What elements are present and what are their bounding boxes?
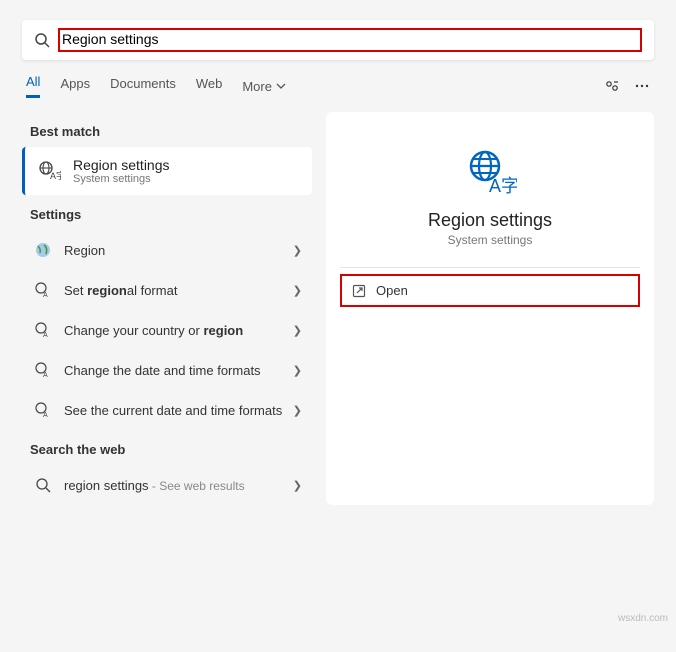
region-icon: A [32,279,54,301]
chevron-right-icon: ❯ [293,284,302,297]
region-icon: A [32,359,54,381]
watermark: wsxdn.com [618,613,668,624]
best-match-item[interactable]: A字 Region settings System settings [22,147,312,195]
chevron-right-icon: ❯ [293,364,302,377]
open-label: Open [376,283,408,298]
region-settings-large-icon: A字 [326,144,654,198]
search-icon [34,32,50,48]
tab-apps[interactable]: Apps [60,76,90,97]
settings-item-current-formats[interactable]: A See the current date and time formats … [22,390,312,430]
list-item-label: Region [64,243,293,258]
chevron-right-icon: ❯ [293,324,302,337]
tab-more[interactable]: More [242,79,286,94]
open-button[interactable]: Open [340,274,640,307]
chevron-right-icon: ❯ [293,244,302,257]
settings-item-change-country[interactable]: A Change your country or region ❯ [22,310,312,350]
chevron-right-icon: ❯ [293,404,302,417]
region-settings-icon: A字 [35,157,63,185]
settings-item-region[interactable]: Region ❯ [22,230,312,270]
search-bar [22,20,654,60]
best-match-sub: System settings [73,173,170,185]
web-result-item[interactable]: region settings - See web results ❯ [22,465,312,505]
filter-tabs: All Apps Documents Web More [0,60,676,102]
tab-documents[interactable]: Documents [110,76,176,97]
svg-text:A字: A字 [489,176,517,196]
svg-text:A: A [43,332,48,339]
search-input-highlight [58,28,642,52]
search-input[interactable] [62,31,638,47]
open-icon [352,284,366,298]
settings-item-regional-format[interactable]: A Set regional format ❯ [22,270,312,310]
svg-text:A: A [43,372,48,379]
detail-sub: System settings [326,233,654,247]
settings-section-label: Settings [22,195,312,230]
list-item-label: See the current date and time formats [64,403,293,418]
region-icon: A [32,319,54,341]
detail-title: Region settings [326,210,654,231]
globe-icon [32,239,54,261]
region-icon: A [32,399,54,421]
svg-text:A字: A字 [50,170,61,181]
svg-text:A: A [43,412,48,419]
svg-text:A: A [43,292,48,299]
chevron-down-icon [276,81,286,91]
settings-item-date-formats[interactable]: A Change the date and time formats ❯ [22,350,312,390]
best-match-title: Region settings [73,157,170,173]
search-web-label: Search the web [22,430,312,465]
overflow-icon[interactable] [634,78,650,94]
tab-more-label: More [242,79,272,94]
options-icon[interactable] [604,78,620,94]
search-icon [32,474,54,496]
separator [340,267,640,268]
chevron-right-icon: ❯ [293,479,302,492]
tab-web[interactable]: Web [196,76,223,97]
best-match-label: Best match [22,112,312,147]
list-item-label: region settings - See web results [64,478,293,493]
tab-all[interactable]: All [26,74,40,98]
list-item-label: Set regional format [64,283,293,298]
list-item-label: Change the date and time formats [64,363,293,378]
detail-panel: A字 Region settings System settings Open [326,112,654,505]
list-item-label: Change your country or region [64,323,293,338]
